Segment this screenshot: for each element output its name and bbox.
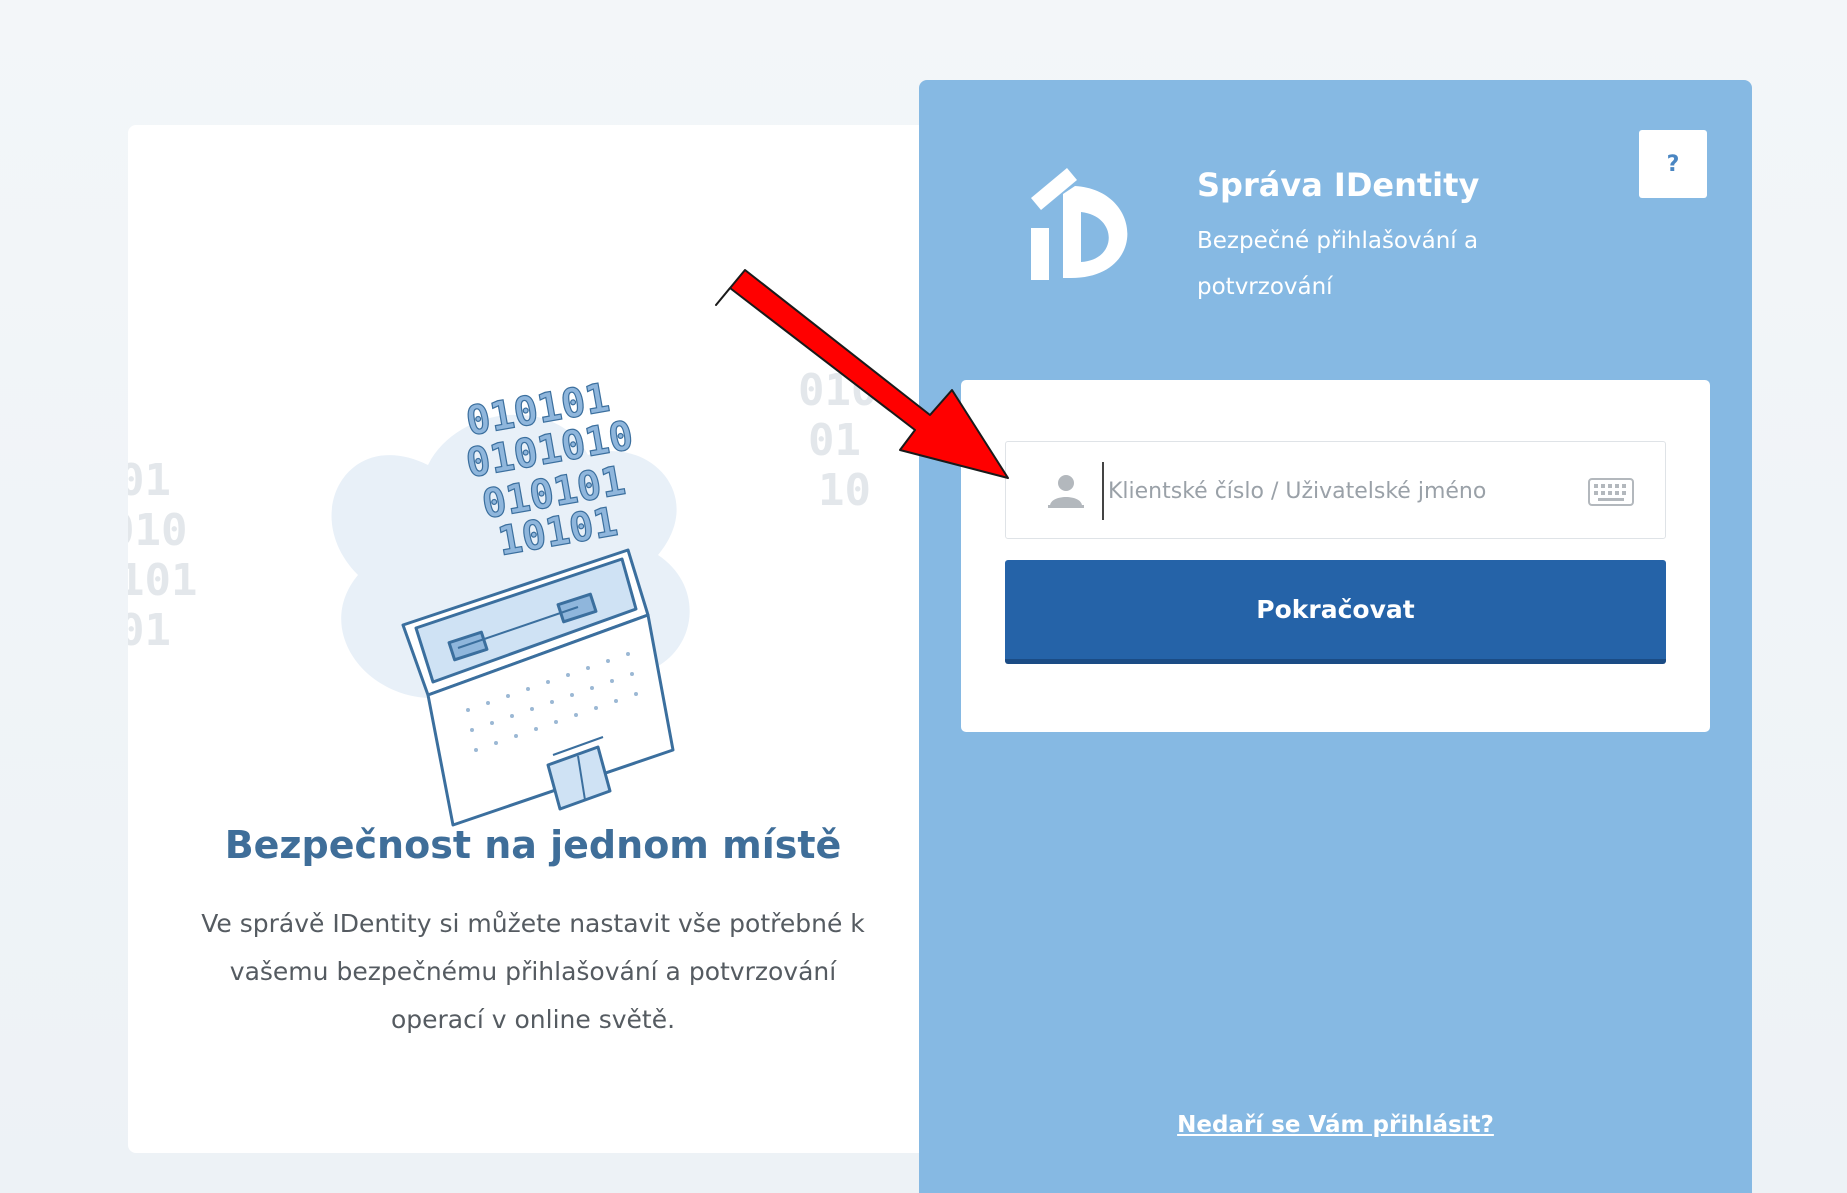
login-page: 01 010 101 01 010 01 10 010101 0101010 0… — [0, 0, 1847, 1193]
info-title: Bezpečnost na jednom místě — [224, 823, 842, 867]
help-button[interactable]: ? — [1639, 130, 1707, 198]
user-icon — [1048, 475, 1084, 508]
svg-text:01: 01 — [128, 455, 171, 506]
identity-logo-icon — [1023, 160, 1139, 280]
svg-text:010: 010 — [128, 505, 187, 556]
info-text: Ve správě IDentity si můžete nastavit vš… — [201, 909, 865, 1034]
username-field-wrapper — [1005, 441, 1666, 539]
login-form: Pokračovat — [961, 380, 1710, 732]
svg-text:01: 01 — [128, 605, 171, 656]
arrow-annotation — [715, 269, 1009, 479]
login-help-link[interactable]: Nedaří se Vám přihlásit? — [919, 1112, 1752, 1138]
svg-text:101: 101 — [128, 555, 197, 606]
username-input[interactable] — [1102, 462, 1562, 520]
app-subtitle: Bezpečné přihlašování a potvrzování — [1197, 228, 1479, 300]
keyboard-icon[interactable] — [1588, 478, 1634, 506]
login-panel: ? Správa IDentity Bezpečné přihlašování … — [919, 80, 1752, 1193]
continue-button[interactable]: Pokračovat — [1005, 560, 1666, 664]
app-title: Správa IDentity — [1197, 166, 1480, 204]
